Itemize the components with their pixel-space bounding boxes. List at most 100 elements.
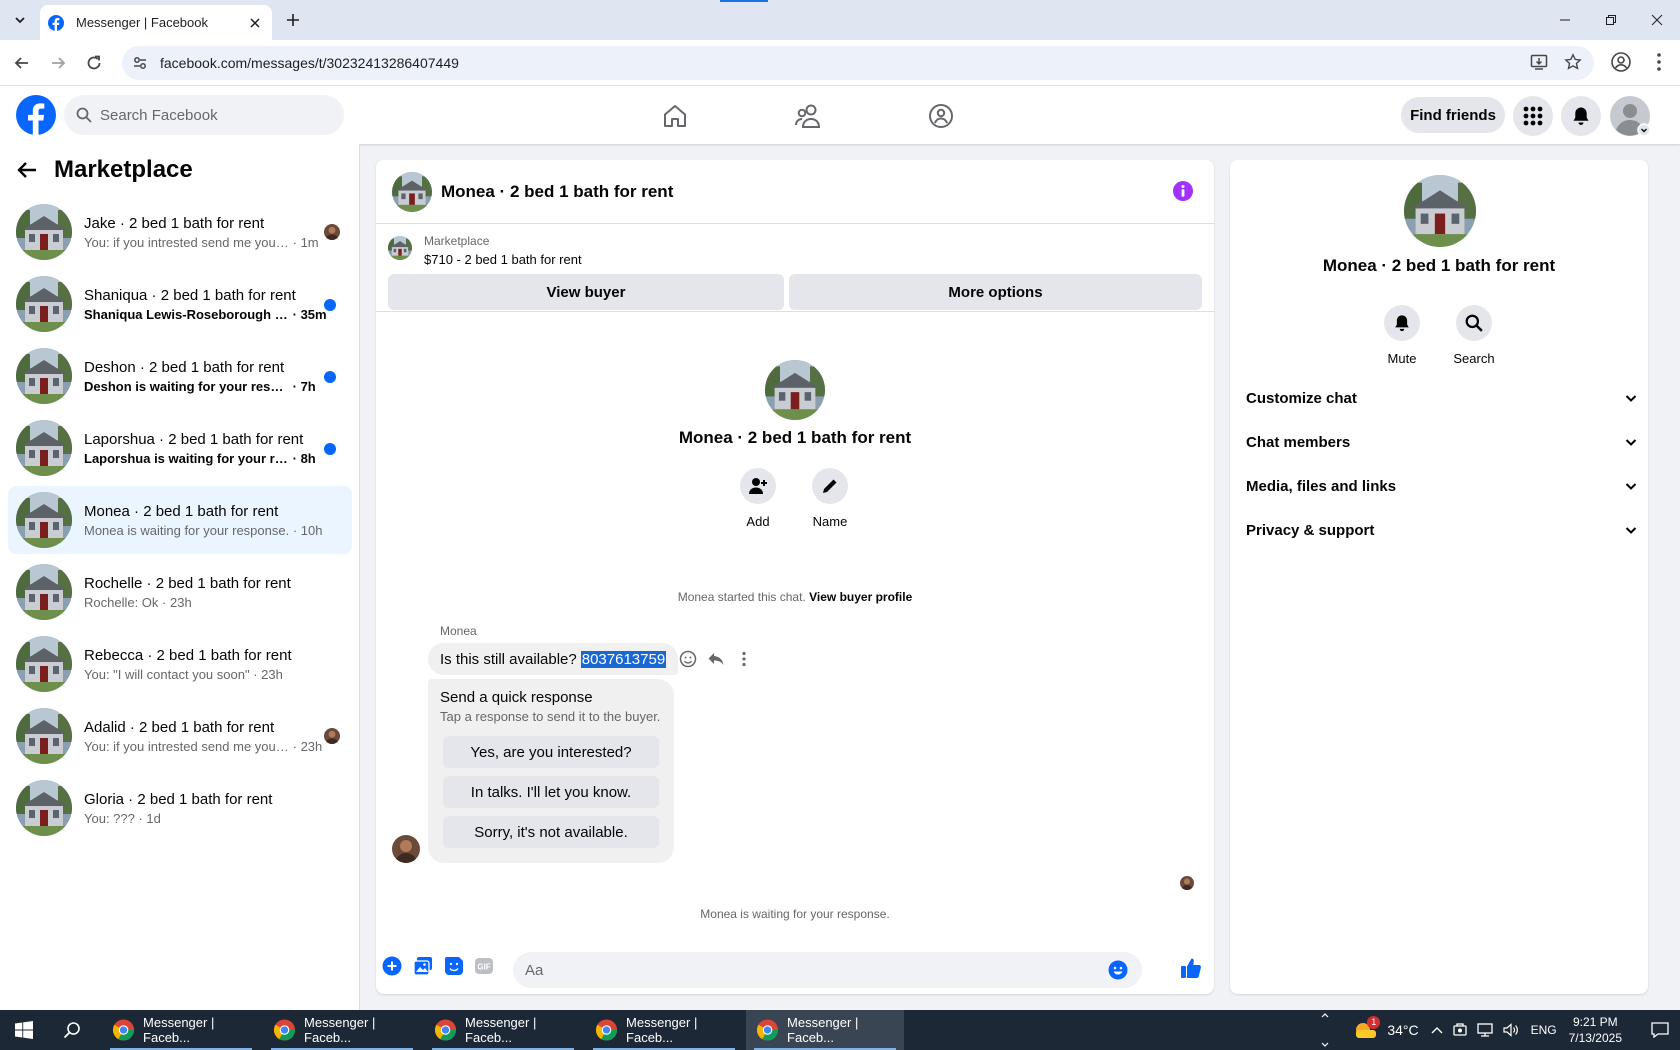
facebook-search[interactable] — [64, 95, 344, 135]
start-button[interactable] — [0, 1010, 48, 1050]
bookmark-star-icon[interactable] — [1564, 53, 1582, 71]
react-emoji-icon[interactable] — [679, 650, 697, 668]
taskbar-search-button[interactable] — [48, 1010, 96, 1050]
section-chat-members[interactable]: Chat members — [1230, 420, 1648, 464]
taskbar-app-chrome[interactable]: Messenger | Faceb... — [102, 1010, 260, 1050]
show-hidden-icons-icon[interactable] — [1431, 1026, 1443, 1034]
add-people-button[interactable]: Add — [740, 468, 776, 529]
quick-response-not-available-button[interactable]: Sorry, it's not available. — [443, 816, 659, 848]
account-avatar-button[interactable] — [1610, 96, 1650, 136]
conversation-item[interactable]: Rebecca · 2 bed 1 bath for rent You: "I w… — [8, 630, 352, 698]
menu-button[interactable] — [1513, 96, 1553, 136]
listing-thumbnail — [16, 420, 72, 476]
tab-search-button[interactable] — [8, 8, 32, 32]
taskbar-scroll[interactable] — [1318, 1010, 1332, 1050]
back-button[interactable] — [10, 51, 34, 75]
search-input[interactable] — [100, 106, 320, 124]
more-vertical-icon[interactable] — [735, 650, 753, 668]
taskbar-app-chrome[interactable]: Messenger | Faceb... — [585, 1010, 743, 1050]
message-input[interactable] — [513, 952, 1142, 988]
find-friends-button[interactable]: Find friends — [1401, 97, 1505, 133]
conversation-item[interactable]: Rochelle · 2 bed 1 bath for rent Rochelle… — [8, 558, 352, 626]
browser-tab-bar: Messenger | Facebook — [0, 0, 1680, 40]
chevron-down-icon — [1321, 1042, 1329, 1047]
conversation-item[interactable]: Jake · 2 bed 1 bath for rent You: if you … — [8, 198, 352, 266]
thumbs-up-icon[interactable] — [1180, 957, 1202, 979]
nav-friends[interactable] — [788, 96, 828, 136]
meet-now-icon[interactable] — [1452, 1022, 1467, 1038]
address-bar[interactable]: facebook.com/messages/t/3023241328640744… — [122, 46, 1594, 80]
install-app-icon[interactable] — [1530, 53, 1548, 71]
message-text: Is this still available? — [440, 650, 577, 668]
gif-icon[interactable]: GIF — [474, 956, 494, 976]
back-arrow-icon[interactable] — [16, 159, 38, 181]
section-media-files-links[interactable]: Media, files and links — [1230, 464, 1648, 508]
listing-thumbnail — [16, 492, 72, 548]
emoji-icon[interactable] — [1108, 960, 1128, 980]
restore-button[interactable] — [1588, 0, 1634, 40]
sender-name: Monea — [440, 624, 477, 638]
chat-title[interactable]: Monea · 2 bed 1 bath for rent — [441, 182, 673, 202]
conversation-item[interactable]: Deshon · 2 bed 1 bath for rent Deshon is … — [8, 342, 352, 410]
listing-banner: Marketplace $710 - 2 bed 1 bath for rent… — [376, 224, 1214, 312]
message-bubble[interactable]: Is this still available? 8037613759 — [428, 643, 679, 675]
taskbar-app-chrome-active[interactable]: Messenger | Faceb... — [746, 1010, 904, 1050]
quick-response-yes-button[interactable]: Yes, are you interested? — [443, 736, 659, 768]
notifications-button[interactable] — [1561, 96, 1601, 136]
message-phone-selected[interactable]: 8037613759 — [580, 650, 667, 668]
facebook-logo-icon[interactable] — [16, 95, 56, 135]
nav-groups[interactable] — [921, 96, 961, 136]
reload-button[interactable] — [82, 51, 106, 75]
time-separator: · — [289, 306, 301, 322]
clock[interactable]: 9:21 PM 7/13/2025 — [1569, 1014, 1622, 1046]
mute-button[interactable]: Mute — [1372, 305, 1432, 366]
listing-thumbnail[interactable] — [388, 236, 412, 260]
conversation-item[interactable]: Laporshua · 2 bed 1 bath for rent Laporsh… — [8, 414, 352, 482]
svg-text:GIF: GIF — [477, 963, 490, 972]
edit-name-button[interactable]: Name — [812, 468, 848, 529]
new-tab-button[interactable] — [281, 8, 305, 32]
conversation-item-active[interactable]: Monea · 2 bed 1 bath for rent Monea is wa… — [8, 486, 352, 554]
input-language[interactable]: ENG — [1531, 1023, 1557, 1037]
taskbar-app-chrome[interactable]: Messenger | Faceb... — [263, 1010, 421, 1050]
forward-button[interactable] — [46, 51, 70, 75]
profile-thumbnail — [765, 360, 825, 420]
minimize-button[interactable] — [1542, 0, 1588, 40]
plus-circle-icon[interactable] — [382, 956, 402, 976]
tab-close-button[interactable] — [246, 14, 264, 32]
restore-icon — [1606, 15, 1616, 25]
sticker-icon[interactable] — [444, 956, 464, 976]
site-settings-icon[interactable] — [132, 55, 148, 71]
conversation-item[interactable]: Gloria · 2 bed 1 bath for rent You: ??? ·… — [8, 774, 352, 842]
conversation-name: Adalid · 2 bed 1 bath for rent — [84, 718, 275, 736]
notification-center-button[interactable] — [1640, 1010, 1680, 1050]
photo-icon[interactable] — [413, 956, 433, 976]
chat-header-thumbnail[interactable] — [392, 172, 432, 212]
info-icon[interactable] — [1172, 180, 1194, 202]
view-buyer-button[interactable]: View buyer — [388, 274, 784, 310]
reload-icon — [87, 55, 101, 70]
weather-widget[interactable]: 1 — [1353, 1016, 1381, 1042]
seen-avatar — [324, 728, 340, 744]
listing-price[interactable]: $710 - 2 bed 1 bath for rent — [424, 252, 582, 267]
conversation-sidebar: Marketplace Jake · 2 bed 1 bath for rent… — [0, 144, 360, 1010]
section-privacy-support[interactable]: Privacy & support — [1230, 508, 1648, 552]
conversation-item[interactable]: Adalid · 2 bed 1 bath for rent You: if yo… — [8, 702, 352, 770]
view-buyer-profile-link[interactable]: View buyer profile — [809, 590, 912, 604]
reply-icon[interactable] — [707, 650, 725, 668]
conversation-item[interactable]: Shaniqua · 2 bed 1 bath for rent Shaniqua… — [8, 270, 352, 338]
volume-icon[interactable] — [1502, 1023, 1519, 1037]
more-options-button[interactable]: More options — [789, 274, 1202, 310]
taskbar-app-chrome[interactable]: Messenger | Faceb... — [424, 1010, 582, 1050]
more-vertical-icon[interactable] — [1648, 51, 1670, 73]
close-window-button[interactable] — [1634, 0, 1680, 40]
quick-response-in-talks-button[interactable]: In talks. I'll let you know. — [443, 776, 659, 808]
section-customize-chat[interactable]: Customize chat — [1230, 376, 1648, 420]
sender-avatar[interactable] — [392, 835, 420, 863]
browser-tab-active[interactable]: Messenger | Facebook — [40, 5, 272, 40]
chrome-profile-icon[interactable] — [1610, 51, 1632, 73]
profile-name: Monea · 2 bed 1 bath for rent — [678, 428, 912, 447]
search-in-chat-button[interactable]: Search — [1444, 305, 1504, 366]
network-icon[interactable] — [1476, 1023, 1493, 1037]
nav-home[interactable] — [655, 96, 695, 136]
